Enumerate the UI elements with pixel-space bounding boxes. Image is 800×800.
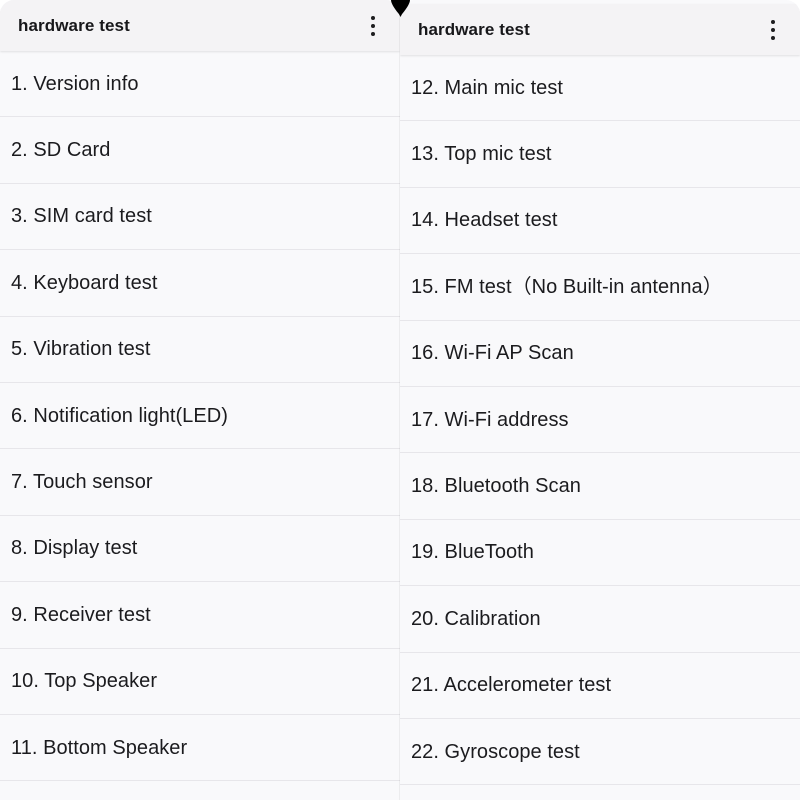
list-item[interactable]: 19. BlueTooth bbox=[400, 519, 800, 587]
panel-left: hardware test 1. Version info 2. SD Card 3… bbox=[0, 0, 400, 800]
list-item[interactable]: 22. Gyroscope test bbox=[400, 718, 800, 786]
list-item[interactable]: 9. Receiver test bbox=[0, 582, 400, 649]
list-item[interactable]: 2. SD Card bbox=[0, 117, 400, 184]
app-bar-right: hardware test bbox=[400, 4, 800, 55]
list-item-label: 9. Receiver test bbox=[11, 603, 151, 626]
list-item[interactable]: 18. Bluetooth Scan bbox=[400, 453, 800, 520]
list-item[interactable]: 14. Headset test bbox=[400, 187, 800, 255]
list-item[interactable]: 7. Touch sensor bbox=[0, 449, 400, 516]
list-item[interactable]: 12. Main mic test bbox=[400, 55, 800, 122]
list-item-label: 11. Bottom Speaker bbox=[11, 736, 188, 759]
list-item-label: 8. Display test bbox=[11, 537, 138, 560]
list-item[interactable]: 3. SIM card test bbox=[0, 183, 400, 251]
menu-dot bbox=[371, 31, 375, 36]
page-title: hardware test bbox=[418, 20, 530, 39]
menu-dot bbox=[771, 19, 775, 24]
list-item[interactable]: 6. Notification light(LED) bbox=[0, 382, 400, 450]
list-item-label: 19. BlueTooth bbox=[411, 541, 534, 564]
menu-dot bbox=[371, 23, 375, 28]
menu-dot bbox=[771, 35, 775, 40]
list-item-label: 5. Vibration test bbox=[11, 338, 151, 361]
list-item[interactable]: 10. Top Speaker bbox=[0, 648, 400, 715]
list-item-label: 1. Version info bbox=[11, 72, 139, 95]
test-list-left[interactable]: 1. Version info 2. SD Card 3. SIM card tes… bbox=[0, 51, 400, 800]
device-screen: hardware test 1. Version info 2. SD Card 3… bbox=[0, 0, 800, 800]
more-vertical-icon[interactable] bbox=[360, 9, 386, 43]
more-vertical-icon[interactable] bbox=[760, 13, 786, 47]
list-item-label: 3. SIM card test bbox=[11, 205, 152, 228]
list-item-label: 15. FM test（No Built-in antenna） bbox=[411, 275, 723, 298]
menu-dot bbox=[771, 27, 775, 32]
list-item-label: 6. Notification light(LED) bbox=[11, 404, 228, 427]
list-item[interactable]: 8. Display test bbox=[0, 515, 400, 583]
list-item[interactable]: 16. Wi-Fi AP Scan bbox=[400, 320, 800, 387]
list-item[interactable]: 15. FM test（No Built-in antenna） bbox=[400, 254, 800, 321]
list-item-label: 22. Gyroscope test bbox=[411, 740, 580, 763]
panel-right: hardware test 12. Main mic test 13. Top m… bbox=[400, 0, 800, 800]
list-item-label: 17. Wi-Fi address bbox=[411, 408, 569, 431]
list-item[interactable]: 20. Calibration bbox=[400, 586, 800, 653]
page-title: hardware test bbox=[18, 16, 130, 35]
list-item-label: 4. Keyboard test bbox=[11, 271, 158, 294]
list-item[interactable]: 13. Top mic test bbox=[400, 121, 800, 188]
app-bar-left: hardware test bbox=[0, 0, 400, 51]
list-item-label: 7. Touch sensor bbox=[11, 471, 153, 494]
list-item[interactable]: 21. Accelerometer test bbox=[400, 652, 800, 719]
list-item[interactable]: 1. Version info bbox=[0, 51, 400, 118]
list-item-label: 20. Calibration bbox=[411, 607, 541, 630]
list-item-label: 13. Top mic test bbox=[411, 143, 552, 166]
list-item[interactable]: 17. Wi-Fi address bbox=[400, 386, 800, 454]
list-item-label: 18. Bluetooth Scan bbox=[411, 475, 581, 498]
list-item-label: 16. Wi-Fi AP Scan bbox=[411, 342, 574, 365]
list-item[interactable]: 5. Vibration test bbox=[0, 316, 400, 383]
list-item[interactable]: 11. Bottom Speaker bbox=[0, 714, 400, 782]
list-item-label: 2. SD Card bbox=[11, 139, 111, 162]
test-list-right[interactable]: 12. Main mic test 13. Top mic test 14. Hea… bbox=[400, 55, 800, 800]
list-item[interactable]: 4. Keyboard test bbox=[0, 250, 400, 317]
list-item-label: 14. Headset test bbox=[411, 209, 558, 232]
menu-dot bbox=[371, 15, 375, 20]
list-item-label: 10. Top Speaker bbox=[11, 670, 158, 693]
list-item-label: 12. Main mic test bbox=[411, 76, 564, 99]
list-item-label: 21. Accelerometer test bbox=[411, 674, 612, 697]
